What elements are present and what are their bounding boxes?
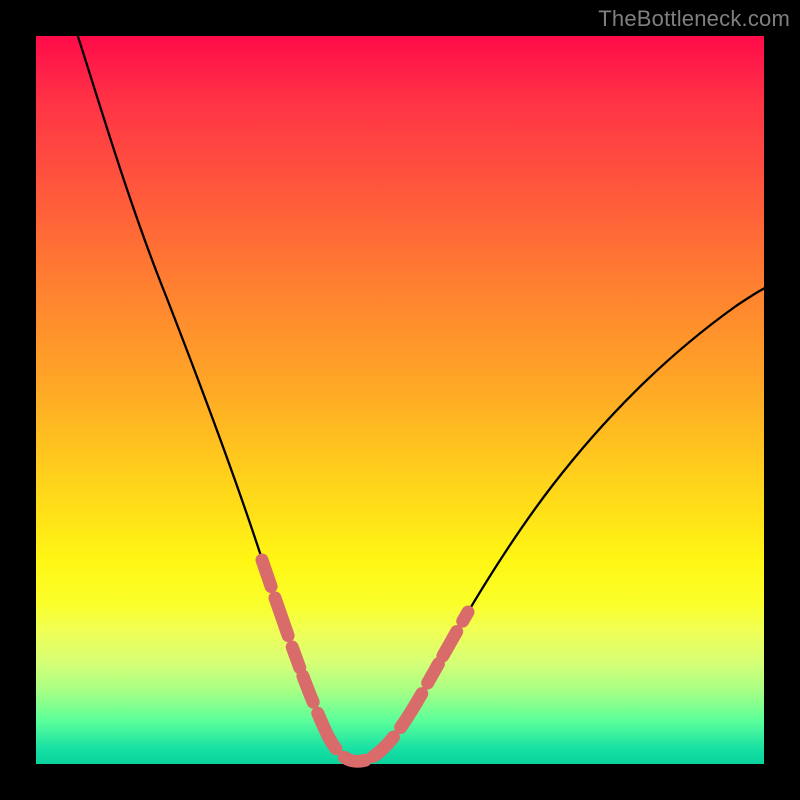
curve-layer — [36, 36, 764, 764]
highlighted-minimum-region — [262, 560, 468, 761]
watermark-text: TheBottleneck.com — [598, 6, 790, 32]
chart-frame: TheBottleneck.com — [0, 0, 800, 800]
plot-area — [36, 36, 764, 764]
bottleneck-curve — [72, 18, 776, 761]
